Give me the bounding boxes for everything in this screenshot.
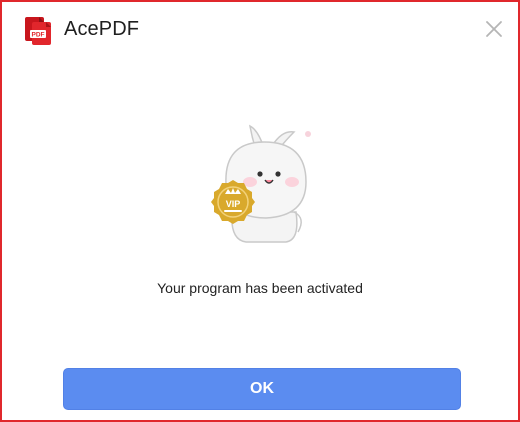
vip-badge-text: VIP <box>226 199 241 209</box>
window-title: AcePDF <box>64 18 140 40</box>
close-icon <box>486 21 502 37</box>
vip-mascot-illustration: VIP <box>202 120 332 248</box>
title-bar: PDF AcePDF <box>2 2 518 58</box>
ok-button[interactable]: OK <box>63 368 461 410</box>
activation-message: Your program has been activated <box>157 280 363 296</box>
close-button[interactable] <box>483 18 505 40</box>
vip-mascot-icon: VIP <box>211 124 311 243</box>
acepdf-logo-icon: PDF <box>22 15 54 47</box>
svg-text:PDF: PDF <box>32 32 45 39</box>
activation-dialog: PDF AcePDF VIP Your program has been act… <box>0 0 520 422</box>
